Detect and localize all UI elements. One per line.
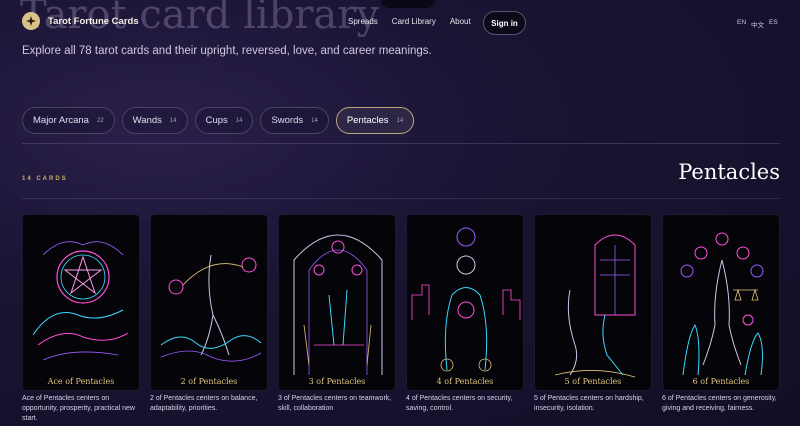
cards-count-label: 14 CARDS [22, 176, 68, 182]
tab-count: 14 [311, 117, 318, 124]
card-description: 2 of Pentacles centers on balance, adapt… [150, 395, 258, 412]
divider [22, 143, 780, 144]
card-title: 5 of Pentacles [564, 377, 622, 386]
card-description: 5 of Pentacles centers on hardship, inse… [534, 395, 644, 412]
card-4-of-pentacles[interactable]: 4 of Pentacles 4 of Pentacles centers on… [406, 214, 524, 424]
tab-label: Cups [205, 115, 228, 126]
tab-cups[interactable]: Cups 14 [194, 107, 254, 134]
card-description: 4 of Pentacles centers on security, savi… [406, 395, 513, 412]
tab-label: Major Arcana [33, 115, 89, 126]
tab-label: Pentacles [346, 115, 389, 126]
lang-zh[interactable]: 中文 [751, 19, 764, 29]
card-6-of-pentacles[interactable]: 6 of Pentacles 6 of Pentacles centers on… [662, 214, 780, 424]
card-image[interactable]: 4 of Pentacles [406, 214, 524, 391]
card-image[interactable]: 5 of Pentacles [534, 214, 652, 391]
card-image[interactable]: 3 of Pentacles [278, 214, 396, 391]
tab-label: Wands [132, 115, 162, 126]
tab-swords[interactable]: Swords 14 [260, 107, 329, 134]
card-3-of-pentacles[interactable]: 3 of Pentacles 3 of Pentacles centers on… [278, 214, 396, 424]
tab-major-arcana[interactable]: Major Arcana 22 [22, 107, 115, 134]
tab-count: 14 [235, 117, 243, 124]
four-pentacles-illustration [411, 227, 521, 372]
card-description: Ace of Pentacles centers on opportunity,… [22, 395, 135, 422]
page-subtitle: Explore all 78 tarot cards and their upr… [22, 45, 432, 57]
tab-pentacles[interactable]: Pentacles 14 [335, 107, 415, 134]
lang-en[interactable]: EN [737, 19, 746, 29]
two-pentacles-illustration [160, 254, 262, 362]
section-title: Pentacles [678, 160, 780, 184]
divider [22, 198, 780, 199]
lang-es[interactable]: ES [769, 19, 778, 29]
brand-name: Tarot Fortune Cards [48, 15, 139, 27]
card-grid: Ace of Pentacles Ace of Pentacles center… [22, 214, 780, 424]
card-5-of-pentacles[interactable]: 5 of Pentacles 5 of Pentacles centers on… [534, 214, 652, 424]
language-switcher: EN 中文 ES [737, 19, 778, 29]
card-description: 6 of Pentacles centers on generosity, gi… [662, 395, 777, 412]
nav-card-library[interactable]: Card Library [392, 17, 436, 26]
suit-tabs: Major Arcana 22 Wands 14 Cups 14 Swords … [22, 107, 415, 134]
five-pentacles-illustration [554, 234, 636, 378]
nav-about[interactable]: About [450, 17, 471, 26]
top-navigation-bar: Tarot Fortune Cards Spreads Card Library… [0, 0, 800, 46]
card-title: 3 of Pentacles [308, 377, 366, 386]
tab-label: Swords [271, 115, 304, 126]
card-image[interactable]: Ace of Pentacles [22, 214, 140, 391]
card-image[interactable]: 2 of Pentacles [150, 214, 268, 391]
ace-pentacles-illustration [32, 241, 129, 361]
card-title: 4 of Pentacles [436, 377, 494, 386]
card-description: 3 of Pentacles centers on teamwork, skil… [278, 395, 392, 412]
tab-wands[interactable]: Wands 14 [121, 107, 188, 134]
card-title: 2 of Pentacles [180, 377, 238, 386]
main-nav: Spreads Card Library About [348, 17, 471, 26]
six-pentacles-illustration [680, 232, 764, 376]
star-logo-icon [22, 12, 40, 30]
tab-count: 14 [396, 117, 404, 124]
nav-spreads[interactable]: Spreads [348, 17, 378, 26]
card-2-of-pentacles[interactable]: 2 of Pentacles 2 of Pentacles centers on… [150, 214, 268, 424]
card-ace-of-pentacles[interactable]: Ace of Pentacles Ace of Pentacles center… [22, 214, 140, 424]
card-title: 6 of Pentacles [692, 377, 750, 386]
top-notch [381, 0, 435, 8]
sign-in-button[interactable]: Sign in [483, 11, 526, 35]
brand[interactable]: Tarot Fortune Cards [22, 12, 139, 30]
three-pentacles-illustration [293, 234, 383, 375]
card-title: Ace of Pentacles [47, 377, 115, 386]
tab-count: 22 [96, 117, 104, 124]
card-image[interactable]: 6 of Pentacles [662, 214, 780, 391]
tab-count: 14 [169, 117, 177, 124]
